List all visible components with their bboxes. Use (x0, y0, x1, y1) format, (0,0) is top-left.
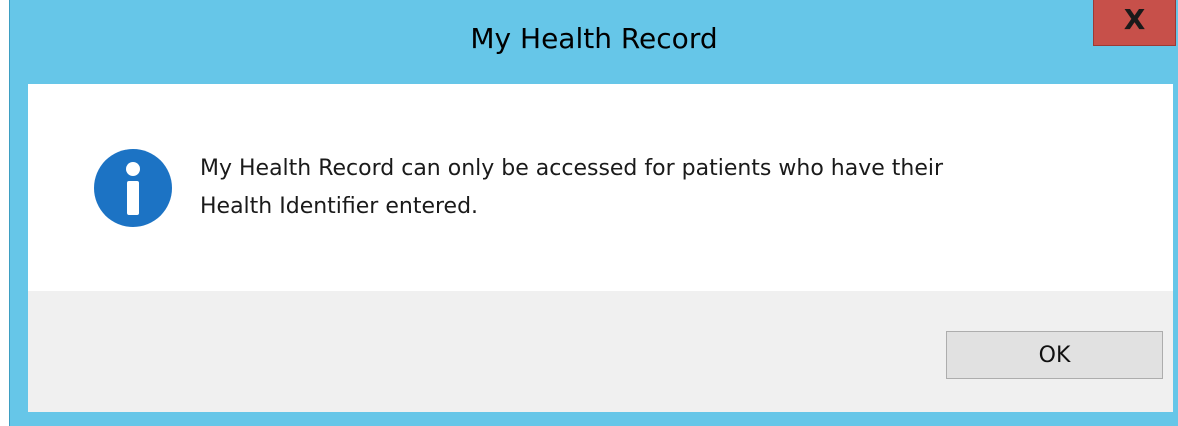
button-bar: OK (28, 291, 1173, 412)
message-line-1: My Health Record can only be accessed fo… (200, 156, 944, 181)
info-icon (94, 149, 172, 227)
close-button[interactable]: X (1093, 0, 1176, 46)
dialog-title: My Health Record (470, 22, 718, 55)
ok-button[interactable]: OK (946, 331, 1163, 379)
title-bar[interactable]: My Health Record (10, 0, 1178, 84)
message-dialog: My Health Record X My Health Record can … (9, 0, 1178, 426)
dialog-content: My Health Record can only be accessed fo… (28, 84, 1173, 291)
window-bottom-border (10, 412, 1178, 426)
close-icon: X (1123, 2, 1146, 36)
message-line-2: Health Identifier entered. (200, 194, 479, 219)
message-text: My Health Record can only be accessed fo… (200, 150, 1140, 226)
